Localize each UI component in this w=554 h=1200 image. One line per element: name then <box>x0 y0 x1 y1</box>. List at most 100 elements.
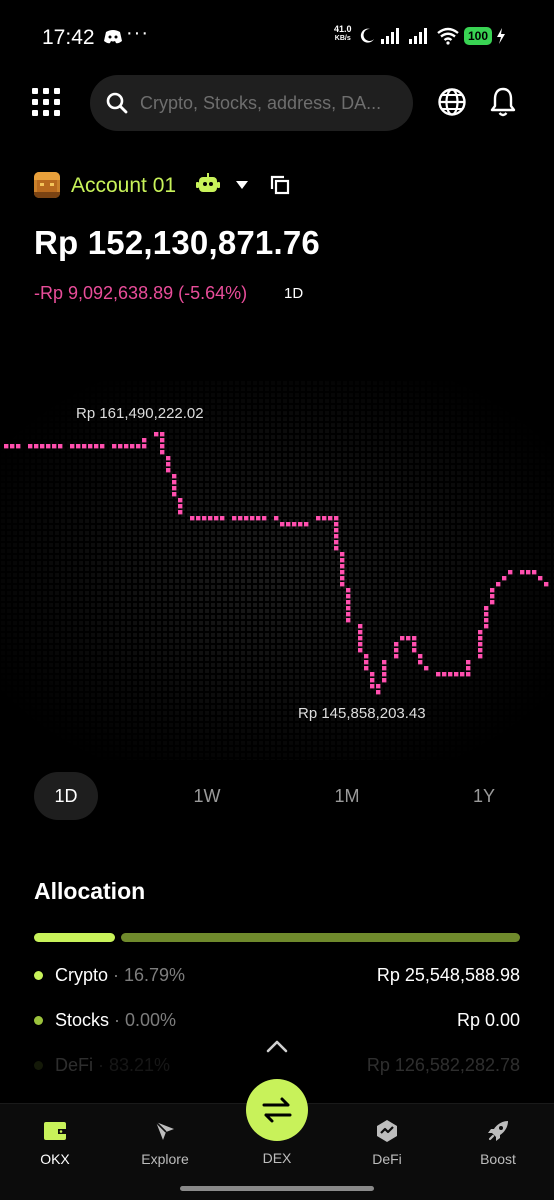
allocation-name: DeFi <box>55 1055 94 1075</box>
period-tabs: 1D 1W 1M 1Y <box>0 772 554 820</box>
allocation-title: Allocation <box>34 878 146 904</box>
chart-point <box>418 660 423 665</box>
account-name[interactable]: Account 01 <box>71 174 176 198</box>
defi-icon <box>377 1120 397 1142</box>
chevron-down-icon[interactable] <box>235 180 249 190</box>
chart-point <box>370 678 375 683</box>
chart-point <box>172 480 177 485</box>
compass-icon <box>155 1121 174 1140</box>
chart-point <box>100 444 105 449</box>
copy-icon[interactable] <box>270 175 290 195</box>
chart-point <box>436 672 441 677</box>
chart-point <box>4 444 9 449</box>
menu-grid-button[interactable] <box>32 88 60 116</box>
chart-point <box>394 648 399 653</box>
allocation-name: Crypto <box>55 965 109 985</box>
allocation-row-crypto[interactable]: Crypto · 16.79% Rp 25,548,588.98 <box>34 963 520 989</box>
allocation-row-stocks[interactable]: Stocks · 0.00% Rp 0.00 <box>34 1008 520 1034</box>
grid-dot <box>54 110 60 116</box>
chart-point <box>238 516 243 521</box>
chart-point <box>364 666 369 671</box>
chart-point <box>346 618 351 623</box>
chart-point <box>76 444 81 449</box>
balance-change: -Rp 9,092,638.89 (-5.64%) <box>34 283 248 303</box>
chart-point <box>382 678 387 683</box>
chart-point <box>172 474 177 479</box>
chart-point <box>412 636 417 641</box>
chart-point <box>244 516 249 521</box>
chart-point <box>178 510 183 515</box>
tab-1m[interactable]: 1M <box>315 772 379 820</box>
chart-point <box>466 672 471 677</box>
chart-point <box>484 618 489 623</box>
chart-point <box>424 666 429 671</box>
speed-unit: KB/s <box>334 35 351 42</box>
chart-point <box>334 522 339 527</box>
dex-swap-button[interactable] <box>246 1079 308 1141</box>
wallet-icon <box>44 1122 66 1140</box>
chart-point <box>334 534 339 539</box>
chart-point <box>394 642 399 647</box>
chart-point <box>358 648 363 653</box>
allocation-segment <box>120 933 520 942</box>
chart-point <box>232 516 237 521</box>
nav-boost[interactable]: Boost <box>453 1104 543 1174</box>
tab-1w[interactable]: 1W <box>175 772 239 820</box>
chart-point <box>358 630 363 635</box>
allocation-row-defi[interactable]: DeFi · 83.21% Rp 126,582,282.78 <box>34 1053 520 1079</box>
allocation-label: Stocks · 0.00% <box>55 1010 176 1031</box>
chart-point <box>370 672 375 677</box>
search-input[interactable] <box>140 92 398 114</box>
allocation-value: Rp 25,548,588.98 <box>376 965 520 985</box>
nav-defi[interactable]: DeFi <box>342 1104 432 1174</box>
chart-point <box>34 444 39 449</box>
globe-icon[interactable] <box>437 87 467 117</box>
tab-1y[interactable]: 1Y <box>452 772 516 820</box>
status-time: 17:42 <box>42 26 95 49</box>
status-icons: 100 <box>358 24 506 48</box>
chart-point <box>466 660 471 665</box>
chart-point <box>334 540 339 545</box>
grid-dot <box>54 88 60 94</box>
bell-icon[interactable] <box>488 86 518 118</box>
chart-point <box>214 516 219 521</box>
allocation-bar <box>34 933 520 942</box>
home-indicator[interactable] <box>180 1186 374 1191</box>
chart-point <box>418 654 423 659</box>
chart-point <box>28 444 33 449</box>
chart-point <box>52 444 57 449</box>
charging-icon <box>497 28 506 44</box>
chart-point <box>484 606 489 611</box>
chart-point <box>70 444 75 449</box>
portfolio-chart[interactable]: Rp 161,490,222.02 Rp 145,858,203.43 <box>0 380 554 760</box>
nav-label: Boost <box>480 1151 516 1167</box>
chart-point <box>58 444 63 449</box>
chart-point <box>160 444 165 449</box>
allocation-value: Rp 0.00 <box>456 1010 520 1030</box>
chevron-up-icon[interactable] <box>265 1038 289 1054</box>
chart-point <box>46 444 51 449</box>
chart-point <box>166 468 171 473</box>
chart-point <box>478 630 483 635</box>
chart-point <box>250 516 255 521</box>
chart-point <box>208 516 213 521</box>
chart-point <box>88 444 93 449</box>
chart-point <box>292 522 297 527</box>
search-bar[interactable] <box>90 75 413 131</box>
allocation-dot <box>34 971 43 980</box>
chart-point <box>526 570 531 575</box>
chart-point <box>460 672 465 677</box>
tab-1d[interactable]: 1D <box>34 772 98 820</box>
chart-point <box>16 444 21 449</box>
account-avatar[interactable] <box>34 172 60 198</box>
chart-point <box>10 444 15 449</box>
chart-point <box>166 456 171 461</box>
nav-explore[interactable]: Explore <box>120 1104 210 1174</box>
allocation-name: Stocks <box>55 1010 110 1030</box>
grid-dot <box>32 88 38 94</box>
chart-point <box>484 612 489 617</box>
chart-point <box>340 576 345 581</box>
rocket-icon <box>488 1121 508 1141</box>
nav-okx[interactable]: OKX <box>10 1104 100 1174</box>
speed-value: 41.0 <box>334 24 352 34</box>
